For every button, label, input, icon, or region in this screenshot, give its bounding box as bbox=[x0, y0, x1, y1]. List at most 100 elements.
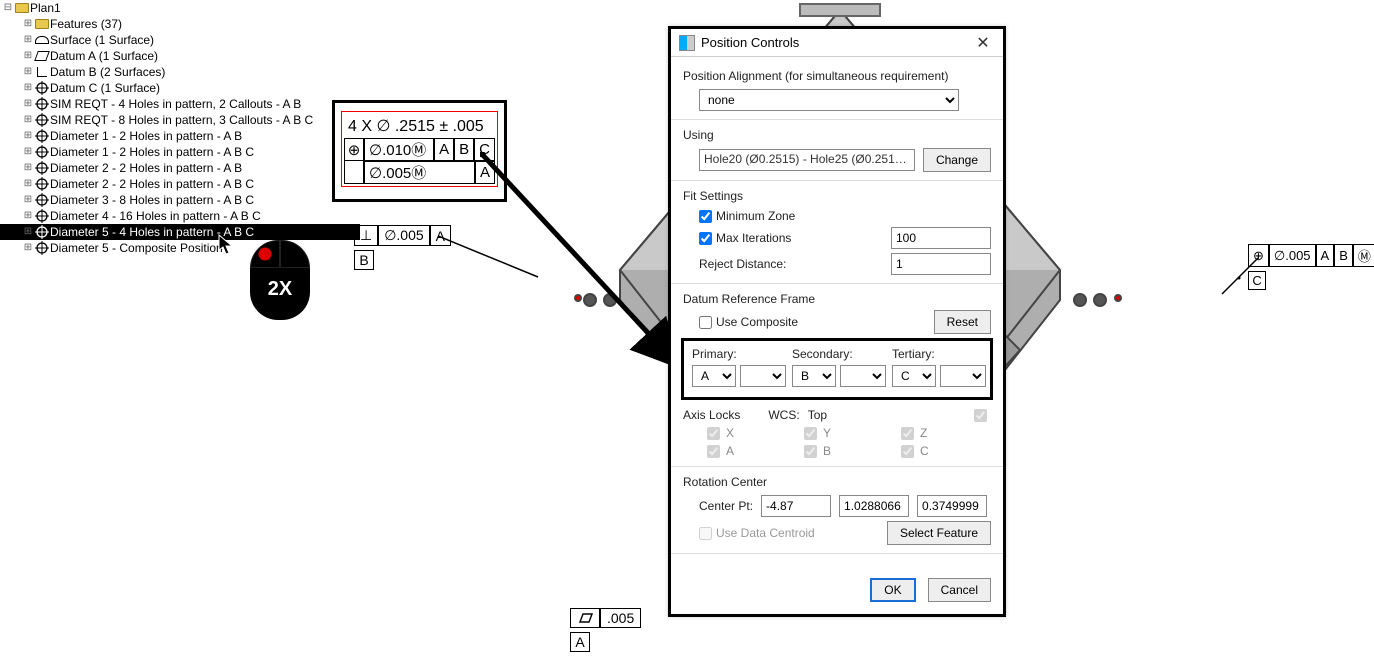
center-z-input[interactable] bbox=[917, 495, 987, 517]
fcf-count-line: 4 X ∅ .2515 ± .005 bbox=[344, 114, 495, 138]
tertiary-datum-select[interactable]: C bbox=[892, 365, 936, 387]
cursor-icon bbox=[218, 234, 236, 256]
tree-item-icon bbox=[34, 67, 50, 77]
center-y-input[interactable] bbox=[839, 495, 909, 517]
axis-a-checkbox: A bbox=[707, 444, 734, 458]
tree-item-icon bbox=[34, 51, 50, 61]
expand-icon[interactable]: ⊞ bbox=[22, 80, 34, 96]
drf-box: Primary: A Secondary: B bbox=[681, 338, 993, 400]
reject-distance-label: Reject Distance: bbox=[699, 257, 786, 271]
tree-item-label: SIM REQT - 8 Holes in pattern, 3 Callout… bbox=[50, 112, 313, 128]
dialog-icon bbox=[679, 35, 695, 51]
expand-icon[interactable]: ⊞ bbox=[22, 176, 34, 192]
tree-item-label: Diameter 5 - Composite Position bbox=[50, 240, 223, 256]
tree-item[interactable]: ⊞ SIM REQT - 8 Holes in pattern, 3 Callou… bbox=[0, 112, 360, 128]
secondary-label: Secondary: bbox=[792, 347, 886, 361]
tree-root-label: Plan1 bbox=[30, 0, 61, 16]
expand-icon[interactable]: ⊞ bbox=[22, 48, 34, 64]
primary-datum-select[interactable]: A bbox=[692, 365, 736, 387]
expand-icon[interactable]: ⊞ bbox=[22, 128, 34, 144]
tree-item-icon bbox=[34, 145, 50, 159]
expand-icon[interactable]: ⊞ bbox=[22, 96, 34, 112]
tree-item-label: Diameter 1 - 2 Holes in pattern - A B bbox=[50, 128, 242, 144]
expand-icon[interactable]: ⊞ bbox=[22, 240, 34, 256]
tertiary-label: Tertiary: bbox=[892, 347, 986, 361]
tree-item[interactable]: ⊞Diameter 2 - 2 Holes in pattern - A B bbox=[0, 160, 360, 176]
center-x-input[interactable] bbox=[761, 495, 831, 517]
expand-icon[interactable]: ⊞ bbox=[22, 112, 34, 128]
tree-root[interactable]: ⊟ Plan1 bbox=[0, 0, 360, 16]
expand-icon[interactable]: ⊞ bbox=[22, 64, 34, 80]
tree-item[interactable]: ⊞ Features (37) bbox=[0, 16, 360, 32]
drf-title: Datum Reference Frame bbox=[683, 292, 815, 306]
tree-item-icon bbox=[34, 113, 50, 127]
primary-modifier-select[interactable] bbox=[740, 365, 786, 387]
collapse-icon[interactable]: ⊟ bbox=[2, 0, 14, 16]
tree-item-label: Datum C (1 Surface) bbox=[50, 80, 160, 96]
tree-item[interactable]: ⊞Diameter 5 - 4 Holes in pattern - A B C bbox=[0, 224, 360, 240]
feature-tree[interactable]: ⊟ Plan1 ⊞ Features (37)⊞Surface (1 Surfac… bbox=[0, 0, 360, 256]
tree-item[interactable]: ⊞Diameter 1 - 2 Holes in pattern - A B C bbox=[0, 144, 360, 160]
alignment-select[interactable]: none bbox=[699, 89, 959, 111]
max-iterations-input[interactable] bbox=[891, 227, 991, 249]
tree-item-icon bbox=[34, 161, 50, 175]
callout-leader bbox=[438, 232, 558, 292]
close-button[interactable]: ✕ bbox=[971, 33, 995, 53]
tree-item-label: Features (37) bbox=[50, 16, 122, 32]
max-iterations-checkbox[interactable]: Max Iterations bbox=[699, 231, 791, 245]
fcf-row2-d1: A bbox=[475, 161, 495, 184]
tree-item[interactable]: ⊞ Datum C (1 Surface) bbox=[0, 80, 360, 96]
tree-item[interactable]: ⊞ Diameter 4 - 16 Holes in pattern - A B … bbox=[0, 208, 360, 224]
pos-symbol-icon: ⊕ bbox=[1248, 244, 1269, 267]
reject-distance-input[interactable] bbox=[891, 253, 991, 275]
rotation-center-title: Rotation Center bbox=[683, 475, 991, 489]
expand-icon[interactable]: ⊞ bbox=[22, 16, 34, 32]
secondary-modifier-select[interactable] bbox=[840, 365, 886, 387]
perpendicularity-callout: ⊥ ∅.005 A B bbox=[354, 225, 451, 270]
position-symbol-icon: ⊕ bbox=[344, 138, 364, 161]
expand-icon[interactable]: ⊞ bbox=[22, 160, 34, 176]
reset-button[interactable]: Reset bbox=[934, 310, 991, 334]
ok-button[interactable]: OK bbox=[870, 578, 915, 602]
fcf-row1-d3: C bbox=[474, 138, 495, 161]
expand-icon[interactable]: ⊞ bbox=[22, 144, 34, 160]
tree-item[interactable]: ⊞Datum A (1 Surface) bbox=[0, 48, 360, 64]
dialog-titlebar[interactable]: Position Controls ✕ bbox=[671, 29, 1003, 57]
tree-item[interactable]: ⊞ Diameter 1 - 2 Holes in pattern - A B bbox=[0, 128, 360, 144]
perp-frame: B bbox=[354, 250, 374, 270]
primary-label: Primary: bbox=[692, 347, 786, 361]
select-feature-button[interactable]: Select Feature bbox=[887, 521, 991, 545]
expand-icon[interactable]: ⊞ bbox=[22, 32, 34, 48]
perp-symbol-icon: ⊥ bbox=[354, 225, 378, 246]
fcf-row1-mod: Ⓜ bbox=[411, 139, 426, 160]
cancel-button[interactable]: Cancel bbox=[928, 578, 991, 602]
fcf-row1-d2: B bbox=[454, 138, 474, 161]
expand-icon[interactable]: ⊞ bbox=[22, 192, 34, 208]
tree-item[interactable]: ⊞Surface (1 Surface) bbox=[0, 32, 360, 48]
tertiary-modifier-select[interactable] bbox=[940, 365, 986, 387]
tree-item-label: Diameter 3 - 8 Holes in pattern - A B C bbox=[50, 192, 254, 208]
secondary-datum-select[interactable]: B bbox=[792, 365, 836, 387]
axis-b-checkbox: B bbox=[804, 444, 831, 458]
tree-item-label: SIM REQT - 4 Holes in pattern, 2 Callout… bbox=[50, 96, 301, 112]
tree-item-icon bbox=[34, 81, 50, 95]
alignment-label: Position Alignment (for simultaneous req… bbox=[683, 69, 991, 83]
axis-y-checkbox: Y bbox=[804, 426, 831, 440]
tree-item[interactable]: ⊞Diameter 2 - 2 Holes in pattern - A B C bbox=[0, 176, 360, 192]
use-data-centroid-checkbox: Use Data Centroid bbox=[699, 526, 815, 540]
tree-item[interactable]: ⊞ Diameter 3 - 8 Holes in pattern - A B C bbox=[0, 192, 360, 208]
tree-item[interactable]: ⊞Datum B (2 Surfaces) bbox=[0, 64, 360, 80]
use-composite-checkbox[interactable]: Use Composite bbox=[699, 315, 798, 329]
tree-item-icon bbox=[34, 36, 50, 44]
change-button[interactable]: Change bbox=[923, 148, 991, 172]
expand-icon[interactable]: ⊞ bbox=[22, 224, 34, 240]
flat-frame: A bbox=[570, 632, 590, 652]
axis-master-checkbox bbox=[974, 409, 987, 422]
tree-item-label: Diameter 4 - 16 Holes in pattern - A B C bbox=[50, 208, 261, 224]
axis-locks-label: Axis Locks bbox=[683, 408, 740, 422]
feature-control-frame: 4 X ∅ .2515 ± .005 ⊕ ∅.010 Ⓜ A B C ∅.005… bbox=[332, 100, 507, 202]
click-count: 2X bbox=[250, 278, 310, 301]
expand-icon[interactable]: ⊞ bbox=[22, 208, 34, 224]
minimum-zone-checkbox[interactable]: Minimum Zone bbox=[699, 209, 795, 223]
tree-item[interactable]: ⊞ SIM REQT - 4 Holes in pattern, 2 Callou… bbox=[0, 96, 360, 112]
